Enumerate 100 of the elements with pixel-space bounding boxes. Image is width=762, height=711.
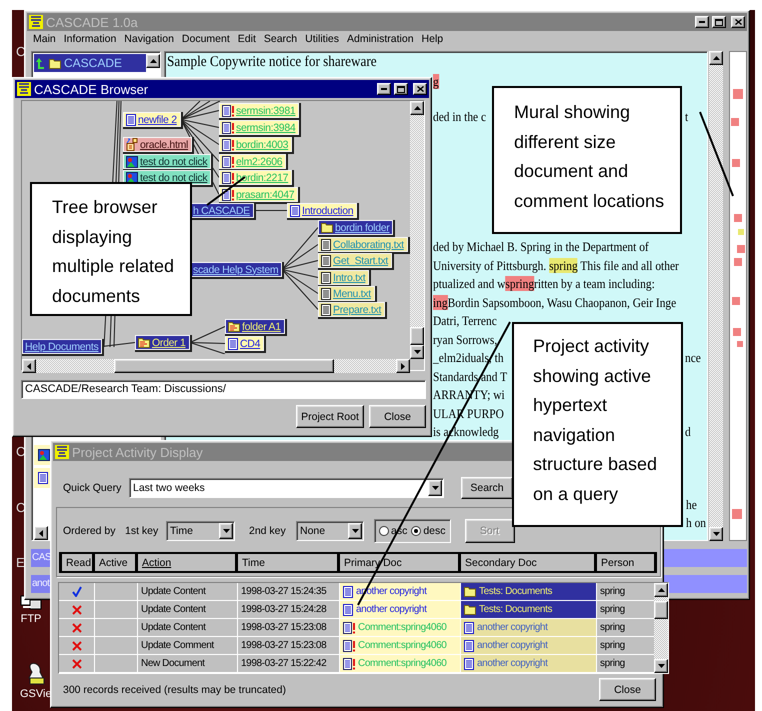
app-logo-icon xyxy=(17,82,31,96)
minimize-button[interactable] xyxy=(695,16,709,28)
tree-node[interactable]: Introduction xyxy=(287,203,358,218)
minimize-icon xyxy=(381,88,387,90)
document-icon xyxy=(126,114,136,126)
field-label: 1st key xyxy=(125,525,160,537)
document-text: ptualized and wspringritten by a team including: xyxy=(433,275,655,293)
menu-item[interactable]: Navigation xyxy=(124,33,174,46)
column-header[interactable]: Action xyxy=(138,552,238,573)
close-button[interactable] xyxy=(413,83,427,95)
column-header[interactable]: Read xyxy=(59,552,95,573)
tree-node[interactable]: scade Help System xyxy=(190,262,282,277)
comment-icon xyxy=(222,122,234,134)
table-cell: New Document xyxy=(138,655,238,673)
comment-icon xyxy=(222,156,234,168)
first-key-dropdown[interactable]: Time xyxy=(166,521,235,541)
menu-item[interactable]: Document xyxy=(182,33,230,46)
scroll-thumb[interactable] xyxy=(410,327,424,345)
column-header[interactable]: Primary Doc xyxy=(340,552,461,573)
close-button[interactable]: Close xyxy=(369,405,426,428)
document-icon xyxy=(464,658,474,670)
sort-button: Sort xyxy=(464,519,515,543)
field-label: Quick Query xyxy=(63,482,122,494)
horizontal-scrollbar[interactable] xyxy=(22,359,410,373)
desktop-icon-label[interactable]: GSVie xyxy=(20,688,52,700)
desktop-icon-label[interactable]: FTP xyxy=(20,613,42,625)
vertical-scrollbar[interactable] xyxy=(654,583,668,673)
comment-icon xyxy=(222,172,234,184)
column-header[interactable]: Active xyxy=(95,552,138,573)
minimize-button[interactable] xyxy=(377,83,391,95)
menu-item[interactable]: Main xyxy=(33,33,56,46)
document-text: t xyxy=(685,108,688,126)
comment-icon xyxy=(343,622,355,634)
document-link[interactable]: Tests: Documents xyxy=(461,601,597,619)
search-button[interactable]: Search xyxy=(461,477,513,499)
document-link[interactable]: another copyright xyxy=(461,637,597,655)
desktop-icon-label: C xyxy=(16,500,26,515)
column-header[interactable]: Time xyxy=(238,552,340,573)
comment-icon xyxy=(222,138,234,150)
window-title: Project Activity Display xyxy=(72,444,204,460)
document-icon xyxy=(464,640,474,652)
tree-node[interactable]: h CASCADE xyxy=(190,203,254,218)
tree-node[interactable]: oracle.html xyxy=(123,137,192,152)
close-button[interactable]: Close xyxy=(599,678,656,701)
tree-node[interactable]: newfile 2 xyxy=(123,112,181,127)
close-button[interactable] xyxy=(731,16,745,28)
quick-query-dropdown[interactable]: Last two weeks xyxy=(129,478,444,498)
document-text: University of Pittsburgh. spring This file and all other xyxy=(433,256,679,275)
tree-node[interactable]: Help Documents xyxy=(22,339,102,354)
scroll-left-button[interactable] xyxy=(34,526,48,540)
project-root-button[interactable]: Project Root xyxy=(296,405,364,428)
document-icon xyxy=(290,204,300,216)
folder-icon xyxy=(321,222,333,233)
menu-item[interactable]: Edit xyxy=(238,33,256,46)
folder-icon xyxy=(138,337,150,348)
document-text: he xyxy=(686,496,697,514)
menu-item[interactable]: Help xyxy=(422,33,444,46)
scroll-thumb[interactable] xyxy=(114,359,334,373)
scroll-up-icon xyxy=(150,59,156,63)
maximize-button[interactable] xyxy=(394,83,408,95)
scroll-thumb[interactable] xyxy=(654,601,668,619)
callout-text: Project activity showing active hypertext navigation structure based on a query xyxy=(533,335,658,506)
tree-node[interactable]: folder A1 xyxy=(225,319,285,334)
menu-item[interactable]: Administration xyxy=(347,33,414,46)
path-field[interactable]: CASCADE/Research Team: Discussions/ xyxy=(21,380,426,399)
document-link[interactable]: another copyright xyxy=(461,619,597,637)
menu-item[interactable]: Information xyxy=(64,33,116,46)
dropdown-arrow-icon xyxy=(222,529,230,533)
list-item[interactable]: CASCADE xyxy=(34,54,146,72)
document-text: ryan Sorrows, xyxy=(433,330,498,349)
tree-node[interactable]: CD4 xyxy=(225,336,264,351)
maximize-button[interactable] xyxy=(712,16,726,28)
document-link[interactable]: Tests: Documents xyxy=(461,583,597,601)
document-link[interactable]: another copyright xyxy=(340,601,461,619)
folder-icon xyxy=(228,321,240,332)
dropdown-arrow-icon xyxy=(432,486,438,490)
text-file-icon xyxy=(321,238,331,250)
second-key-dropdown[interactable]: None xyxy=(296,521,364,541)
document-link[interactable]: another copyright xyxy=(461,655,597,673)
menu-item[interactable]: Search xyxy=(264,33,298,46)
radio-button[interactable]: desc xyxy=(411,525,446,537)
column-header[interactable]: Person xyxy=(597,552,657,573)
scroll-up-button[interactable] xyxy=(146,54,160,68)
document-text: Sample Copywrite notice for shareware xyxy=(167,53,377,72)
folder-icon xyxy=(464,586,476,597)
field-label: 2nd key xyxy=(249,525,287,537)
picture-icon xyxy=(38,449,50,461)
desktop-icon-label: E xyxy=(16,555,25,570)
scroll-down-icon xyxy=(712,532,720,536)
tree-node[interactable]: test do not click xyxy=(123,154,212,169)
vertical-scrollbar[interactable] xyxy=(410,101,424,359)
tree-node[interactable]: Order 1 xyxy=(135,335,190,350)
callout-text: Tree browser displaying multiple related documents xyxy=(52,196,176,308)
tree-node[interactable]: bordin folder xyxy=(318,220,394,235)
vertical-scrollbar[interactable] xyxy=(709,51,723,541)
menu-item[interactable]: Utilities xyxy=(305,33,339,46)
status-text: 300 records received (results may be truncated) xyxy=(63,684,286,696)
desktop-icon-label: C xyxy=(16,44,26,59)
text-file-icon xyxy=(321,272,331,284)
column-header[interactable]: Secondary Doc xyxy=(461,552,597,573)
